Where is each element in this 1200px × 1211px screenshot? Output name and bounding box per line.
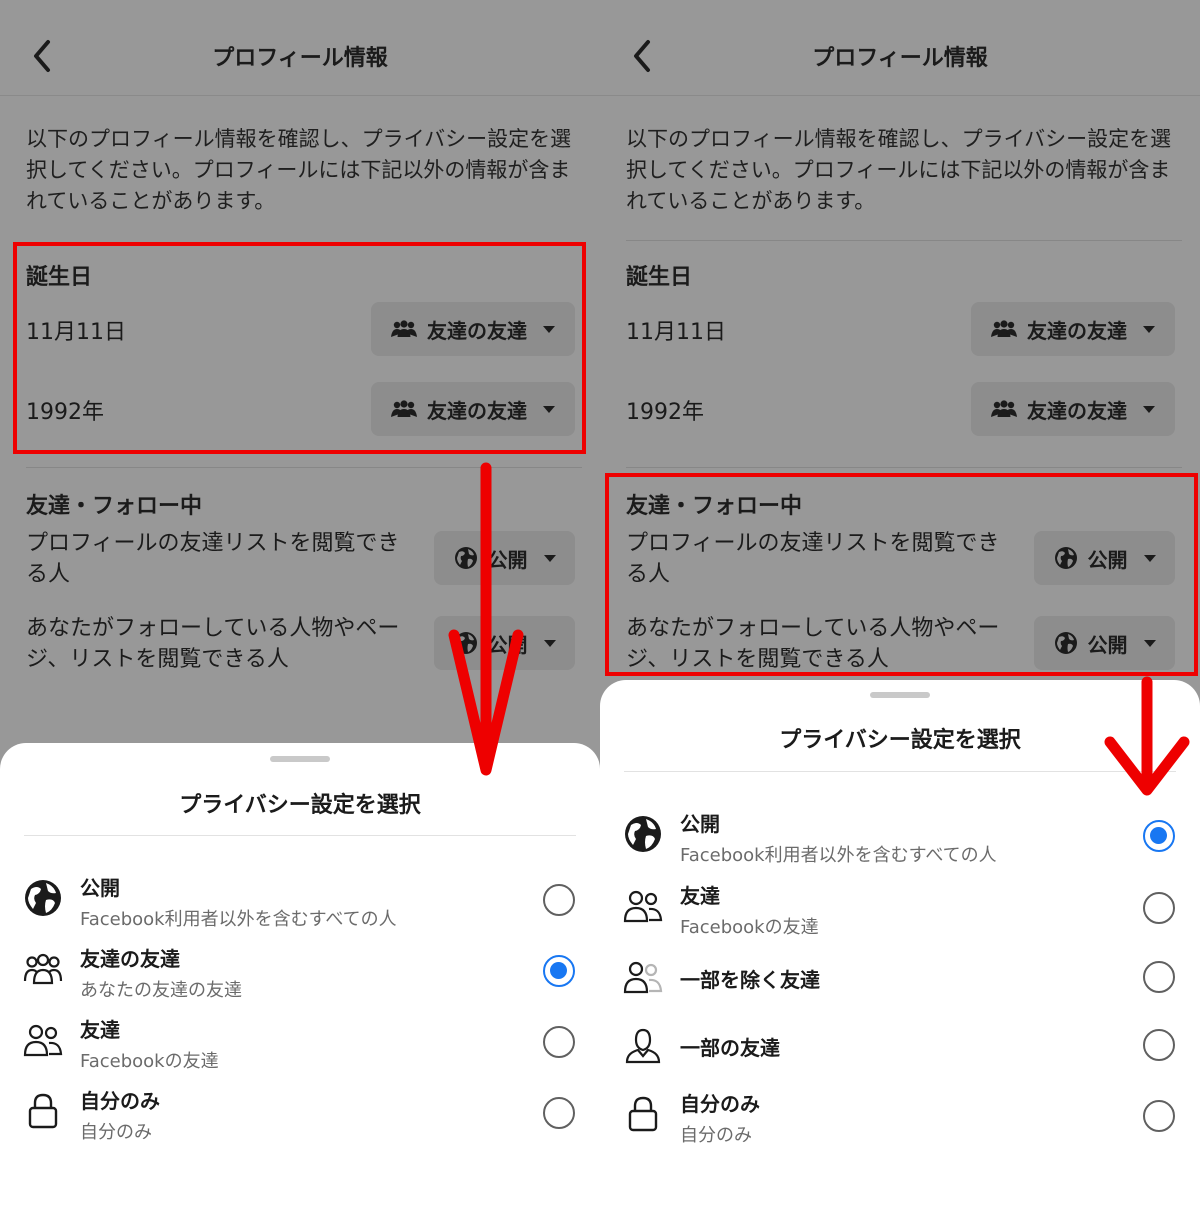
option-subtitle: あなたの友達の友達 (80, 980, 242, 1001)
friends-except-icon (622, 956, 664, 998)
privacy-option-only-me[interactable]: 自分のみ 自分のみ (600, 1083, 1200, 1149)
option-title: 友達 (80, 1018, 120, 1042)
chevron-down-icon (1143, 405, 1155, 413)
divider (626, 467, 1182, 468)
highlight-box-birthday (13, 242, 586, 454)
friends-of-friends-icon (22, 948, 64, 990)
radio-button[interactable] (543, 1026, 575, 1058)
birthday-year-audience-dropdown[interactable]: 友達の友達 (971, 382, 1175, 436)
option-subtitle: Facebookの友達 (680, 917, 819, 938)
birthday-date-label: 11月11日 (626, 320, 726, 345)
chevron-down-icon (543, 639, 556, 647)
radio-button[interactable] (1143, 961, 1175, 993)
right-screen: プロフィール情報 以下のプロフィール情報を確認し、プライバシー設定を選択してくだ… (600, 0, 1200, 1211)
divider (626, 240, 1182, 241)
privacy-option-only-me[interactable]: 自分のみ 自分のみ (0, 1080, 600, 1146)
chevron-down-icon (543, 554, 556, 562)
globe-icon (22, 877, 64, 919)
chevron-down-icon (1143, 325, 1155, 333)
sheet-drag-handle[interactable] (270, 756, 330, 762)
radio-button-selected[interactable] (543, 955, 575, 987)
option-title: 公開 (680, 812, 720, 836)
birthday-date-audience-label: 友達の友達 (1027, 318, 1127, 343)
radio-button[interactable] (1143, 1100, 1175, 1132)
following-label: あなたがフォローしている人物やページ、リストを閲覧できる人 (26, 616, 400, 672)
privacy-option-public[interactable]: 公開 Facebook利用者以外を含むすべての人 (600, 803, 1200, 869)
globe-icon (622, 813, 664, 855)
friends-of-friends-icon (991, 320, 1017, 337)
friends-icon (22, 1019, 64, 1061)
lock-icon (22, 1090, 64, 1132)
option-subtitle: Facebook利用者以外を含むすべての人 (80, 909, 397, 930)
privacy-option-public[interactable]: 公開 Facebook利用者以外を含むすべての人 (0, 867, 600, 933)
option-subtitle: 自分のみ (680, 1125, 752, 1146)
option-title: 公開 (80, 876, 120, 900)
option-title: 一部を除く友達 (680, 968, 820, 992)
option-title: 友達の友達 (80, 947, 180, 971)
birthday-date-audience-dropdown[interactable]: 友達の友達 (971, 302, 1175, 356)
radio-button[interactable] (1143, 1029, 1175, 1061)
privacy-option-friends-of-friends[interactable]: 友達の友達 あなたの友達の友達 (0, 938, 600, 1004)
friends-of-friends-icon (991, 400, 1017, 417)
friends-icon (622, 885, 664, 927)
highlight-box-friends-following (605, 473, 1198, 676)
header: プロフィール情報 (0, 0, 600, 96)
birthday-year-audience-label: 友達の友達 (1027, 398, 1127, 423)
intro-text: 以下のプロフィール情報を確認し、プライバシー設定を選択してください。プロフィール… (626, 127, 1172, 213)
intro-text: 以下のプロフィール情報を確認し、プライバシー設定を選択してください。プロフィール… (26, 127, 572, 213)
radio-button[interactable] (543, 884, 575, 916)
sheet-title: プライバシー設定を選択 (179, 793, 421, 818)
lock-icon (622, 1093, 664, 1135)
privacy-bottom-sheet: プライバシー設定を選択 公開 Facebook利用者以外を含むすべての人 友達の… (0, 743, 600, 1211)
radio-button-selected[interactable] (1143, 820, 1175, 852)
radio-button[interactable] (1143, 892, 1175, 924)
birthday-section-title: 誕生日 (626, 265, 693, 290)
privacy-option-friends-except[interactable]: 一部を除く友達 (600, 944, 1200, 1010)
option-title: 友達 (680, 884, 720, 908)
page-title: プロフィール情報 (212, 46, 388, 71)
privacy-option-friends[interactable]: 友達 Facebookの友達 (600, 875, 1200, 941)
header: プロフィール情報 (600, 0, 1200, 96)
friend-list-label: プロフィールの友達リストを閲覧できる人 (26, 531, 400, 587)
option-subtitle: Facebook利用者以外を含むすべての人 (680, 845, 997, 866)
specific-friends-icon (622, 1024, 664, 1066)
option-title: 一部の友達 (680, 1036, 780, 1060)
sheet-drag-handle[interactable] (870, 692, 930, 698)
sheet-divider (24, 835, 576, 836)
annotation-arrow-down (448, 462, 524, 776)
option-subtitle: Facebookの友達 (80, 1051, 219, 1072)
option-subtitle: 自分のみ (80, 1122, 152, 1143)
left-screen: プロフィール情報 以下のプロフィール情報を確認し、プライバシー設定を選択してくだ… (0, 0, 600, 1211)
radio-button[interactable] (543, 1097, 575, 1129)
sheet-divider (624, 771, 1176, 772)
privacy-option-specific-friends[interactable]: 一部の友達 (600, 1012, 1200, 1078)
privacy-option-friends[interactable]: 友達 Facebookの友達 (0, 1009, 600, 1075)
page-title: プロフィール情報 (812, 46, 988, 71)
birthday-year-label: 1992年 (626, 400, 704, 425)
friends-section-title: 友達・フォロー中 (26, 494, 203, 519)
option-title: 自分のみ (80, 1089, 160, 1113)
annotation-arrow-down (1104, 676, 1190, 796)
option-title: 自分のみ (680, 1092, 760, 1116)
